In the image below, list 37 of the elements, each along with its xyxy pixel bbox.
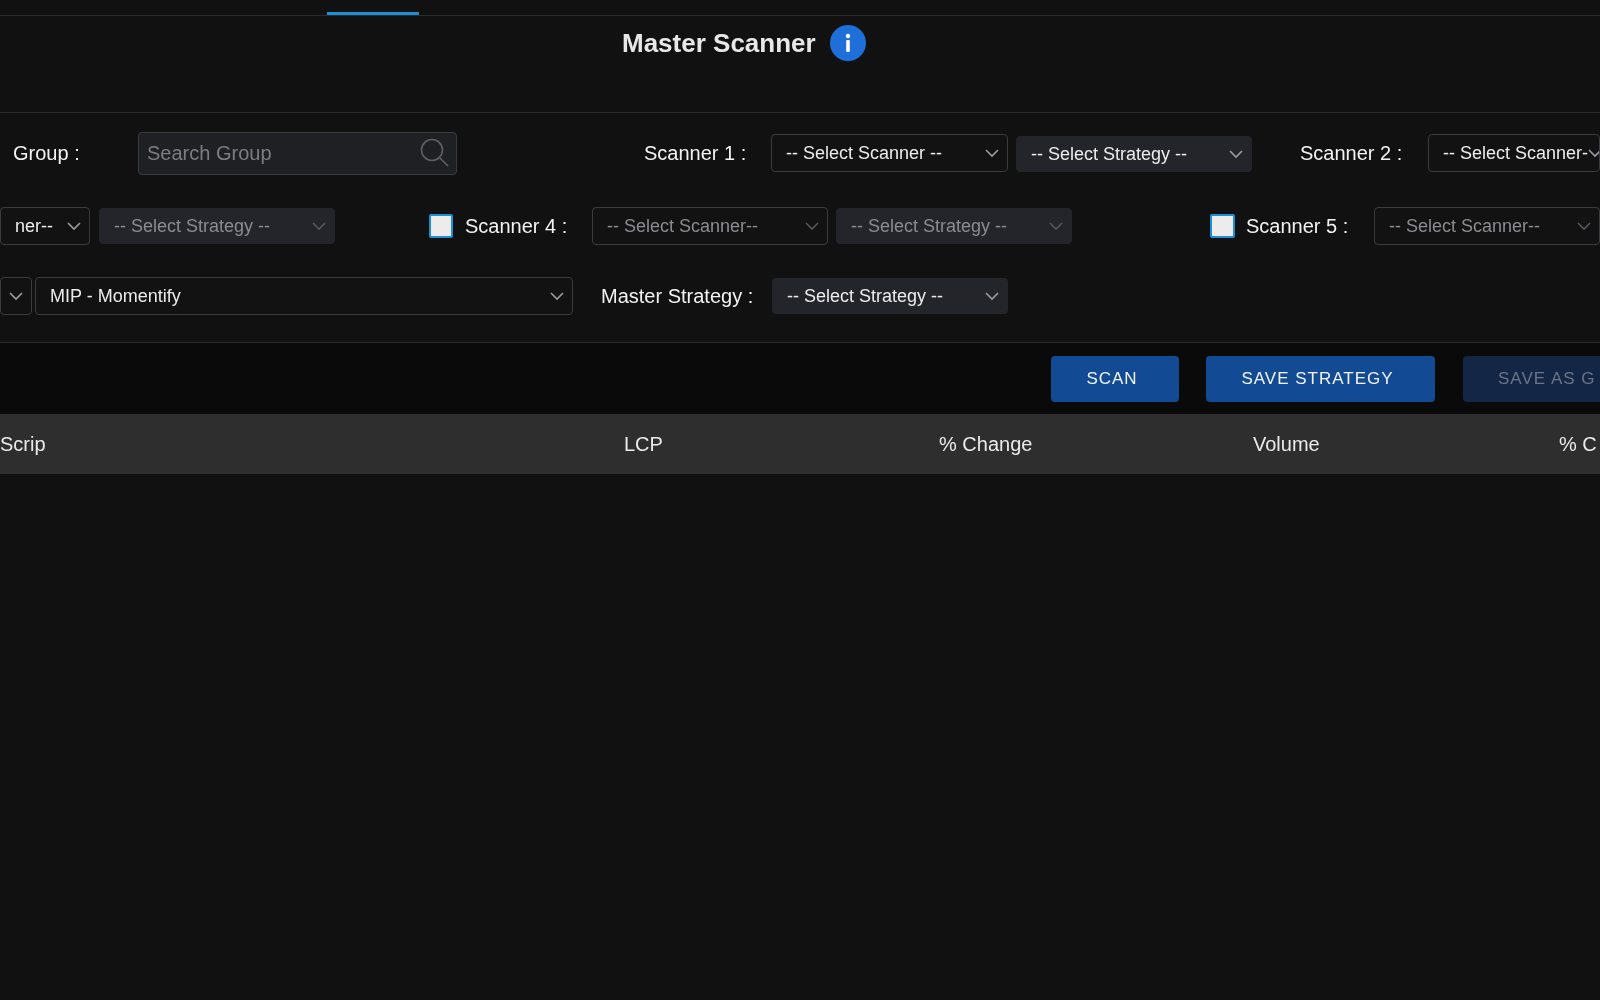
field-label: Scanner 2 :	[1300, 141, 1404, 165]
field-label: Scanner 1 :	[644, 141, 748, 165]
checkbox[interactable]	[1210, 214, 1235, 238]
column-header: Volume	[1253, 432, 1321, 456]
column-header: % Change	[939, 432, 1034, 456]
field-label: Group :	[13, 141, 81, 165]
chevron-down-icon	[1229, 149, 1243, 159]
column-header: Scrip	[0, 432, 47, 456]
chevron-down-icon	[67, 221, 81, 231]
chevron-down-icon	[1049, 221, 1063, 231]
chevron-down-icon	[9, 291, 23, 301]
scanner-dropdown[interactable]: MIP - Momentify	[35, 277, 573, 315]
chevron-down-icon	[985, 291, 999, 301]
column-header: LCP	[624, 432, 664, 456]
scanner-dropdown[interactable]: -- Select Scanner-	[1428, 134, 1600, 172]
chevron-down-icon	[985, 148, 999, 158]
field-label: Master Strategy :	[601, 284, 755, 308]
checkbox[interactable]	[429, 214, 453, 238]
chevron-down-icon	[312, 221, 326, 231]
scanner-dropdown[interactable]	[0, 277, 32, 315]
scanner-dropdown[interactable]: -- Select Scanner --	[771, 134, 1008, 172]
action-button[interactable]: SAVE STRATEGY	[1206, 355, 1435, 402]
search-field[interactable]: Search Group	[138, 131, 457, 175]
column-header: % C	[1559, 432, 1598, 456]
chevron-down-icon	[1577, 221, 1591, 231]
action-button[interactable]: SCAN	[1051, 355, 1179, 402]
scanner-dropdown[interactable]: ner--	[0, 207, 90, 245]
chevron-down-icon	[805, 221, 819, 231]
chevron-down-icon	[1588, 148, 1599, 158]
field-label: Scanner 5 :	[1246, 214, 1350, 238]
chevron-down-icon	[550, 291, 564, 301]
info-icon[interactable]	[829, 25, 866, 61]
page-title: Master Scanner	[622, 27, 816, 60]
field-label: Scanner 4 :	[465, 214, 569, 238]
strategy-dropdown[interactable]: -- Select Strategy --	[772, 278, 1008, 314]
strategy-dropdown[interactable]: -- Select Strategy --	[1016, 136, 1252, 172]
search-icon	[420, 137, 450, 168]
